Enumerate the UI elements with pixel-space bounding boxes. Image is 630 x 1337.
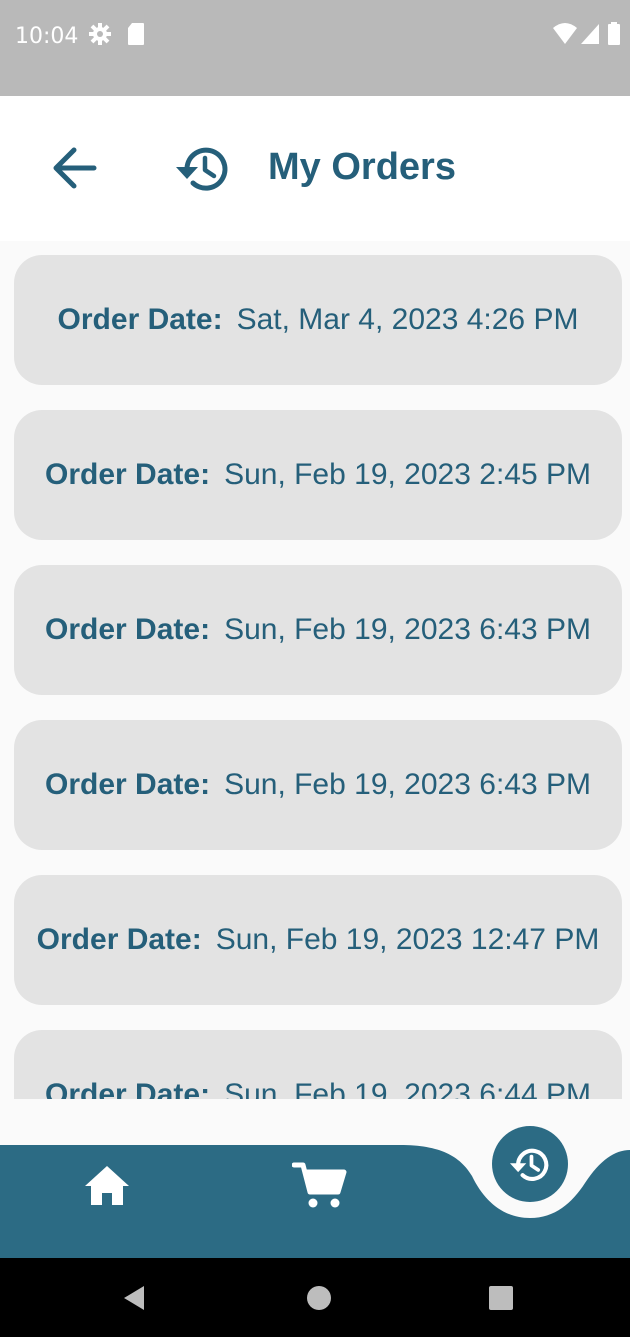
battery-icon [608,22,620,45]
status-bar: 10:04 [0,0,630,96]
order-date-label: Order Date: [57,303,223,336]
order-date-value: Sun, Feb 19, 2023 6:43 PM [224,768,591,801]
history-icon [509,1148,549,1181]
order-date-value: Sun, Feb 19, 2023 6:44 PM [224,1078,591,1099]
order-date-label: Order Date: [36,923,202,956]
cart-icon[interactable] [292,1160,348,1210]
sd-card-icon [128,23,144,45]
system-nav-bar [0,1258,630,1337]
page-title: My Orders [268,146,456,188]
order-card[interactable]: Order Date: Sat, Mar 4, 2023 4:26 PM [14,255,622,385]
wifi-icon [553,23,577,44]
status-time: 10:04 [15,24,79,49]
back-arrow-icon[interactable] [40,138,110,198]
order-date-label: Order Date: [45,613,211,646]
order-card[interactable]: Order Date: Sun, Feb 19, 2023 6:44 PM [14,1030,622,1099]
order-date-value: Sat, Mar 4, 2023 4:26 PM [236,303,579,336]
order-date-value: Sun, Feb 19, 2023 6:43 PM [224,613,591,646]
gear-icon [89,23,111,45]
order-date-value: Sun, Feb 19, 2023 2:45 PM [224,458,591,491]
order-date-label: Order Date: [45,1078,211,1099]
signal-icon [581,24,599,44]
system-back-icon[interactable] [120,1284,148,1312]
order-card[interactable]: Order Date: Sun, Feb 19, 2023 6:43 PM [14,720,622,850]
system-home-icon[interactable] [306,1285,332,1311]
order-date-label: Order Date: [45,768,211,801]
history-fab-button[interactable] [492,1126,568,1202]
home-icon[interactable] [82,1162,132,1208]
order-date-value: Sun, Feb 19, 2023 12:47 PM [215,923,600,956]
order-date-label: Order Date: [45,458,211,491]
orders-list[interactable]: Order Date: Sat, Mar 4, 2023 4:26 PM Ord… [0,241,630,1099]
history-icon [176,147,228,191]
bottom-nav [0,1098,630,1258]
system-recents-icon[interactable] [488,1285,514,1311]
order-card[interactable]: Order Date: Sun, Feb 19, 2023 6:43 PM [14,565,622,695]
app-header: My Orders [0,96,630,241]
order-card[interactable]: Order Date: Sun, Feb 19, 2023 12:47 PM [14,875,622,1005]
order-card[interactable]: Order Date: Sun, Feb 19, 2023 2:45 PM [14,410,622,540]
